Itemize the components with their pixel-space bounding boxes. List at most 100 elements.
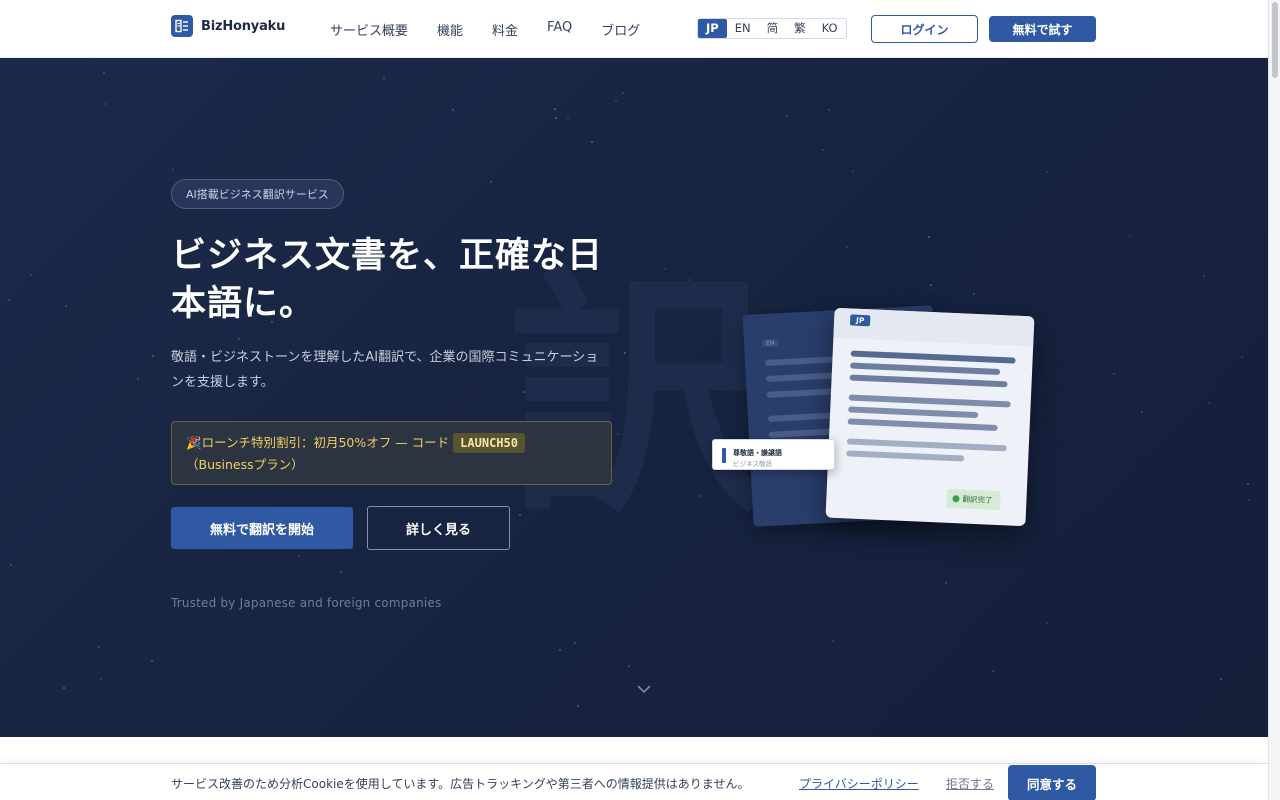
cookie-reject-button[interactable]: 拒否する — [946, 775, 994, 792]
text-line — [849, 374, 1008, 388]
star-dot — [490, 181, 492, 183]
text-line — [848, 406, 979, 419]
brand-name: BizHonyaku — [201, 18, 286, 34]
cookie-message: サービス改善のため分析Cookieを使用しています。広告トラッキングや第三者への… — [171, 777, 750, 791]
star-dot — [973, 293, 975, 295]
translated-document-card: JP 翻訳完了 — [825, 307, 1035, 527]
star-dot — [1046, 622, 1048, 624]
star-dot — [828, 109, 830, 111]
promo-plan-note: （Businessプラン） — [186, 457, 304, 472]
login-button[interactable]: ログイン — [871, 15, 978, 43]
text-line — [847, 418, 998, 431]
translation-complete-badge: 翻訳完了 — [946, 488, 1001, 511]
free-trial-button[interactable]: 無料で試す — [989, 16, 1096, 42]
status-dot-icon — [952, 495, 960, 503]
star-dot — [1203, 275, 1205, 277]
star-dot — [945, 582, 947, 584]
star-dot — [930, 284, 932, 286]
start-translation-button[interactable]: 無料で翻訳を開始 — [171, 507, 353, 549]
star-dot — [574, 642, 576, 644]
star-dot — [628, 665, 630, 667]
lang-option-zh-hant[interactable]: 繁 — [786, 19, 814, 38]
page-scrollbar[interactable] — [1268, 0, 1280, 800]
star-dot — [103, 72, 105, 74]
text-line — [850, 362, 1001, 376]
star-dot — [554, 108, 556, 110]
star-dot — [1113, 373, 1115, 375]
star-dot — [577, 705, 579, 707]
main-nav: サービス概要 機能 料金 FAQ ブログ — [330, 20, 669, 39]
chevron-down-icon[interactable] — [636, 684, 652, 694]
star-dot — [238, 338, 240, 340]
site-header: BizHonyaku サービス概要 機能 料金 FAQ ブログ JP EN 简 … — [0, 0, 1268, 58]
document-header: JP — [833, 307, 1035, 347]
document-translate-icon — [171, 15, 193, 37]
star-dot — [65, 305, 67, 307]
target-language-tag: JP — [849, 314, 871, 327]
text-line — [846, 438, 1007, 452]
hero-title: ビジネス文書を、正確な日本語に。 — [171, 236, 604, 324]
star-dot — [63, 687, 65, 689]
promo-text: ローンチ特別割引：初月50%オフ — コード — [201, 435, 450, 450]
text-line — [846, 450, 965, 462]
star-dot — [152, 355, 154, 357]
lang-option-en[interactable]: EN — [727, 19, 759, 38]
star-dot — [151, 660, 153, 662]
star-dot — [591, 141, 593, 143]
star-dot — [1208, 402, 1210, 404]
text-line — [850, 350, 1016, 364]
star-dot — [615, 100, 617, 102]
source-language-tag: EN — [761, 339, 779, 348]
star-dot — [852, 170, 854, 172]
cookie-accept-button[interactable]: 同意する — [1008, 765, 1096, 800]
party-popper-icon: 🎉 — [186, 435, 202, 450]
hero-description: 敬語・ビジネストーンを理解したAI翻訳で、企業の国際コミュニケーションを支援しま… — [171, 350, 599, 390]
star-dot — [104, 103, 106, 105]
star-dot — [1046, 171, 1048, 173]
star-dot — [622, 92, 624, 94]
star-dot — [1248, 499, 1250, 501]
privacy-policy-link[interactable]: プライバシーポリシー — [799, 775, 919, 792]
star-dot — [383, 77, 385, 79]
nav-item-features[interactable]: 機能 — [437, 20, 463, 39]
star-dot — [298, 555, 300, 557]
star-dot — [786, 115, 788, 117]
cookie-banner: サービス改善のため分析Cookieを使用しています。広告トラッキングや第三者への… — [0, 763, 1268, 800]
nav-item-faq[interactable]: FAQ — [547, 20, 572, 39]
star-dot — [8, 299, 10, 301]
star-dot — [98, 646, 100, 648]
tooltip-title: 尊敬語・謙譲語 — [733, 449, 782, 457]
lang-option-jp[interactable]: JP — [698, 19, 727, 38]
nav-item-blog[interactable]: ブログ — [601, 20, 640, 39]
star-dot — [10, 564, 12, 566]
star-dot — [1220, 678, 1222, 680]
learn-more-button[interactable]: 詳しく見る — [367, 506, 510, 550]
lang-option-zh-hans[interactable]: 简 — [759, 19, 787, 38]
star-dot — [172, 168, 174, 170]
star-dot — [832, 640, 834, 642]
text-line — [848, 394, 1011, 408]
promo-code[interactable]: LAUNCH50 — [453, 433, 525, 453]
star-dot — [1141, 411, 1143, 413]
status-label: 翻訳完了 — [962, 494, 993, 505]
star-dot — [928, 236, 930, 238]
nav-item-service-overview[interactable]: サービス概要 — [330, 20, 408, 39]
trusted-by-text: Trusted by Japanese and foreign companie… — [171, 596, 442, 610]
logo[interactable]: BizHonyaku — [171, 15, 285, 37]
star-dot — [100, 678, 102, 680]
tooltip-accent-bar — [722, 448, 726, 463]
star-dot — [846, 246, 848, 248]
star-dot — [992, 670, 994, 672]
star-dot — [559, 649, 561, 651]
star-dot — [1129, 235, 1131, 237]
star-dot — [340, 571, 342, 573]
star-dot — [452, 109, 454, 111]
language-switcher: JP EN 简 繁 KO — [697, 18, 847, 39]
lang-option-ko[interactable]: KO — [814, 19, 846, 38]
star-dot — [30, 274, 32, 276]
star-dot — [555, 117, 557, 119]
scrollbar-thumb[interactable] — [1272, 2, 1278, 78]
star-dot — [567, 118, 569, 120]
nav-item-pricing[interactable]: 料金 — [492, 20, 518, 39]
tooltip-subtitle: ビジネス敬語 — [733, 460, 772, 468]
